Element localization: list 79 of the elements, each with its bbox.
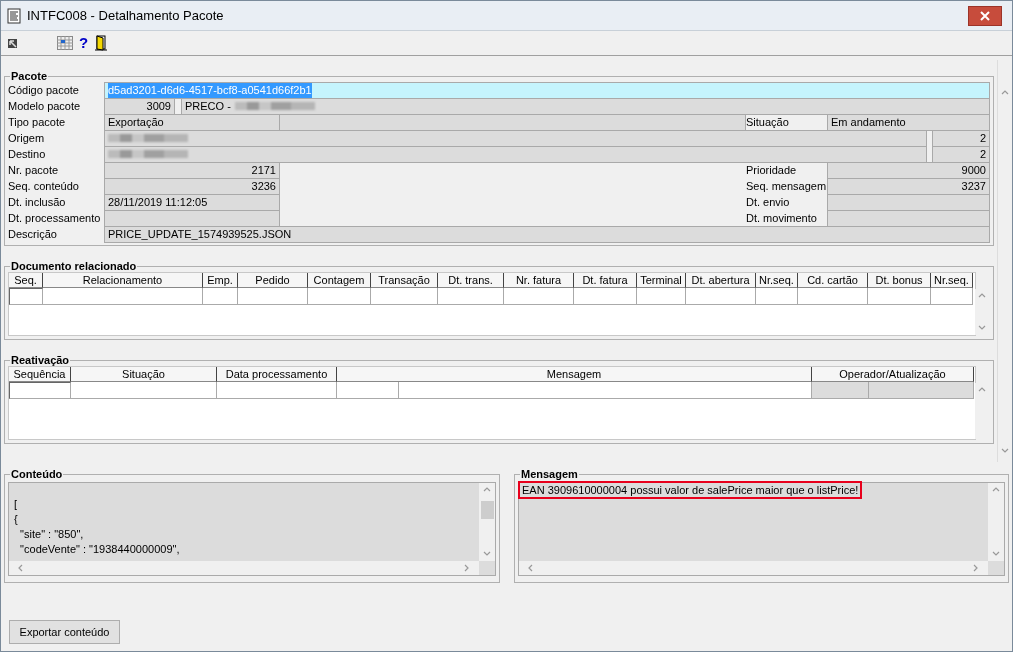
scrollbar[interactable] [519,561,988,575]
field-label: Nr. pacote [8,163,60,178]
scroll-down-icon[interactable] [978,324,986,332]
field-label: Código pacote [8,83,80,98]
scroll-left-icon[interactable] [527,564,535,572]
text-area[interactable]: [ { "site" : "850", "codeVente" : "1938440000009", [8,482,496,576]
scroll-right-icon[interactable] [463,564,471,572]
close-button[interactable] [968,5,1002,26]
column-header[interactable]: Relacionamento [43,273,203,288]
scroll-up-icon[interactable] [978,386,986,394]
field-label: Origem [8,131,46,146]
column-header[interactable]: Cd. cartão [798,273,868,288]
column-header[interactable]: Dt. fatura [574,273,637,288]
column-header[interactable]: Pedido [238,273,308,288]
column-header[interactable]: Terminal [637,273,686,288]
group-title: Reativação [10,354,71,366]
column-header[interactable]: Data processamento [217,367,337,382]
text-area[interactable]: EAN 3909610000004 possui valor de salePrice maior que o listPrice! [518,482,1005,576]
column-header[interactable]: Nr. fatura [504,273,574,288]
field-value: d5ad3201-d6d6-4517-bcf8-a0541d66f2b1 [108,83,312,98]
message-text: EAN 3909610000004 possui valor de salePrice maior que o listPrice! [521,484,860,496]
grid-icon[interactable] [57,36,73,50]
column-header[interactable]: Sequência [9,367,71,382]
field-label: Situação [746,115,790,130]
scrollbar[interactable] [9,561,479,575]
field-label: Modelo pacote [8,99,82,114]
scroll-down-icon[interactable] [483,550,491,558]
column-header[interactable]: Situação [71,367,217,382]
column-header[interactable]: Contagem [308,273,371,288]
column-header[interactable]: Dt. bonus [868,273,931,288]
document-icon [7,7,21,24]
scroll-up-icon[interactable] [483,486,491,494]
scrollbar-thumb[interactable] [480,501,494,519]
scroll-up-icon[interactable] [992,486,1000,494]
column-header[interactable]: Nr.seq. [756,273,798,288]
window-title: INTFC008 - Detalhamento Pacote [27,8,225,23]
group-title: Mensagem [520,468,579,480]
column-header[interactable]: Seq. [9,273,43,288]
column-header[interactable]: Dt. abertura [686,273,756,288]
text-line: { [14,512,18,527]
group-title: Documento relacionado [10,260,138,272]
arrow-icon[interactable] [7,37,19,49]
group-title: Conteúdo [10,468,64,480]
scroll-up-icon[interactable] [1001,89,1009,97]
column-header[interactable]: Nr.seq. [931,273,973,288]
field-label: Dt. movimento [746,211,818,226]
scroll-up-icon[interactable] [978,292,986,300]
empty-table-row[interactable] [9,382,975,399]
text-line: "site" : "850", [19,527,84,542]
field-label: Seq. mensagem [746,179,828,194]
empty-table-row[interactable] [9,288,975,305]
export-button[interactable]: Exportar conteúdo [9,620,120,644]
close-icon [980,10,990,21]
scroll-down-icon[interactable] [1001,447,1009,455]
field-label: Dt. envio [746,195,791,210]
door-icon[interactable] [94,35,109,51]
column-header[interactable]: Transação [371,273,438,288]
help-button[interactable]: ? [79,35,89,51]
field-label: Seq. conteúdo [8,179,80,194]
column-header[interactable]: Dt. trans. [438,273,504,288]
field-label: Descrição [8,227,58,242]
scrollbar[interactable] [479,483,495,561]
scroll-right-icon[interactable] [972,564,980,572]
scroll-down-icon[interactable] [992,550,1000,558]
column-header[interactable]: Operador/Atualização [812,367,974,382]
field-label: Dt. processamento [8,211,102,226]
text-field[interactable]: PRICE_UPDATE_1574939525.JSON [104,226,990,243]
field-label: Destino [8,147,47,162]
column-header[interactable]: Emp. [203,273,238,288]
column-header[interactable]: Mensagem [337,367,812,382]
field-label: Prioridade [746,163,798,178]
scrollbar[interactable] [988,483,1004,561]
field-label: Tipo pacote [8,115,67,130]
text-line: "codeVente" : "1938440000009", [19,542,180,557]
text-line: [ [14,497,18,512]
field-label: Dt. inclusão [8,195,67,210]
text-field[interactable] [104,146,927,163]
group-title: Pacote [10,70,49,82]
scroll-left-icon[interactable] [17,564,25,572]
